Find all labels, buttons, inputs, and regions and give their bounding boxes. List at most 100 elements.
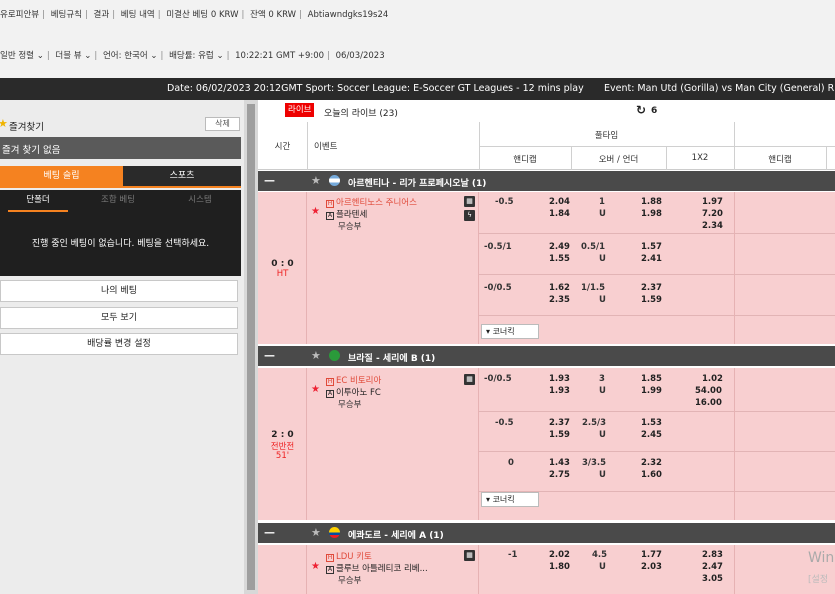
refresh-icon[interactable]: ↻ <box>636 103 646 117</box>
link-european-view[interactable]: 유로피안뷰 <box>0 10 39 20</box>
odds-cell[interactable]: 2.47 <box>702 562 723 572</box>
favorite-star-icon[interactable]: ★ <box>311 561 320 572</box>
match-block: ★ H LDU 키토 A 클루브 아틀레티코 리베... 무승부 ▦ -1 2.02… <box>258 545 835 594</box>
odds-cell[interactable]: 1.85 <box>641 374 662 384</box>
tab-combo[interactable]: 조합 베팅 <box>88 190 148 212</box>
odds-cell[interactable]: 1.97 <box>702 197 723 207</box>
os-watermark-sub: [설정 <box>808 575 829 585</box>
league-header[interactable]: — ★ 아르헨티나 - 리가 프로페시오날 (1) <box>258 171 835 191</box>
stats-icon[interactable]: ▦ <box>464 196 475 207</box>
odds-cell[interactable]: 1.53 <box>641 418 662 428</box>
main-odds-panel: 라이브 오늘의 라이브 (23) ↻ 6 시간 이벤트 풀타임 핸디캡 오버 /… <box>258 100 835 594</box>
odds-cell[interactable]: 1.02 <box>702 374 723 384</box>
odds-cell[interactable]: 1.93 <box>549 374 570 384</box>
scrollbar-thumb[interactable] <box>247 104 255 590</box>
live-badge: 라이브 <box>285 103 315 117</box>
odds-cell[interactable]: 2.45 <box>641 430 662 440</box>
odds-cell[interactable]: 1.57 <box>641 242 662 252</box>
chevron-down-icon: ⌄ <box>216 51 224 61</box>
my-bets-button[interactable]: 나의 베팅 <box>0 280 238 302</box>
odds-cell[interactable]: 2.03 <box>641 562 662 572</box>
odds-cell[interactable]: 1.98 <box>641 209 662 219</box>
odds-cell[interactable]: 16.00 <box>695 398 722 408</box>
odds-cell[interactable]: 1.93 <box>549 386 570 396</box>
collapse-icon[interactable]: — <box>264 349 275 362</box>
match-block: 0 : 0 HT ★ H 아르헨티노스 주니어스 A 플라텐세 무승부 ▦ ϟ -0… <box>258 192 835 344</box>
view-select[interactable]: 더블 뷰 ⌄ <box>55 51 91 61</box>
away-team[interactable]: A 플라텐세 <box>326 208 367 220</box>
odds-cell[interactable]: 2.02 <box>549 550 570 560</box>
corner-kick-button[interactable]: ▾ 코너킥 <box>481 324 539 339</box>
odds-cell[interactable]: 1.80 <box>549 562 570 572</box>
tab-single[interactable]: 단폴더 <box>8 190 68 212</box>
favorite-star-icon[interactable]: ★ <box>311 206 320 217</box>
delete-favorites-button[interactable]: 삭제 <box>205 117 240 131</box>
live-today-count: 오늘의 라이브 (23) <box>324 109 398 119</box>
match-score: 2 : 0 <box>271 430 294 440</box>
odds-cell[interactable]: 2.32 <box>641 458 662 468</box>
chevron-down-icon: ⌄ <box>36 51 44 61</box>
os-watermark: Win <box>808 550 835 566</box>
odds-cell[interactable]: 1.60 <box>641 470 662 480</box>
odds-cell[interactable]: 2.37 <box>549 418 570 428</box>
odds-cell[interactable]: 1.84 <box>549 209 570 219</box>
odds-cell[interactable]: 1.88 <box>641 197 662 207</box>
odds-cell[interactable]: 2.75 <box>549 470 570 480</box>
odds-cell[interactable]: 1.62 <box>549 283 570 293</box>
star-icon[interactable]: ★ <box>311 174 321 187</box>
sidebar-scrollbar[interactable] <box>244 100 258 594</box>
odds-cell[interactable]: 2.49 <box>549 242 570 252</box>
star-icon[interactable]: ★ <box>311 349 321 362</box>
language-select[interactable]: 언어: 한국어 ⌄ <box>103 51 158 61</box>
news-ticker: Date: 06/02/2023 20:12GMT Sport: Soccer … <box>0 78 835 100</box>
odds-cell[interactable]: 2.34 <box>702 221 723 231</box>
view-all-button[interactable]: 모두 보기 <box>0 307 238 329</box>
star-icon[interactable]: ★ <box>311 526 321 539</box>
tab-system[interactable]: 시스템 <box>170 190 230 212</box>
link-results[interactable]: 결과 <box>94 10 110 20</box>
home-team[interactable]: H EC 비토리아 <box>326 374 381 386</box>
away-team[interactable]: A 이투아노 FC <box>326 386 381 398</box>
corner-kick-button[interactable]: ▾ 코너킥 <box>481 492 539 507</box>
tab-sports[interactable]: 스포츠 <box>123 166 241 188</box>
stats-icon[interactable]: ▦ <box>464 550 475 561</box>
odds-cell[interactable]: 2.83 <box>702 550 723 560</box>
odds-cell[interactable]: 2.04 <box>549 197 570 207</box>
odds-cell[interactable]: 3.05 <box>702 574 723 584</box>
sort-select[interactable]: 일반 정렬 ⌄ <box>0 51 44 61</box>
link-unsettled-bets[interactable]: 미결산 베팅 0 KRW <box>166 10 238 20</box>
odds-cell[interactable]: 1.43 <box>549 458 570 468</box>
odds-cell[interactable]: 2.41 <box>641 254 662 264</box>
favorite-star-icon[interactable]: ★ <box>311 384 320 395</box>
home-team[interactable]: H LDU 키토 <box>326 550 372 562</box>
odds-settings-button[interactable]: 배당률 변경 설정 <box>0 333 238 355</box>
collapse-icon[interactable]: — <box>264 174 275 187</box>
odds-cell[interactable]: 2.37 <box>641 283 662 293</box>
odds-cell[interactable]: 7.20 <box>702 209 723 219</box>
draw-label: 무승부 <box>338 222 362 232</box>
balance-text: 잔액 0 KRW <box>250 10 297 20</box>
odds-cell[interactable]: 2.35 <box>549 295 570 305</box>
odds-cell[interactable]: 1.77 <box>641 550 662 560</box>
match-minute: 51' <box>275 451 290 461</box>
chevron-down-icon: ⌄ <box>150 51 158 61</box>
collapse-icon[interactable]: — <box>264 526 275 539</box>
odds-cell[interactable]: 1.59 <box>549 430 570 440</box>
sidebar: ★ 즐겨찾기 삭제 즐겨 찾기 없음 베팅 슬립 스포츠 단폴더 조합 베팅 시… <box>0 100 245 594</box>
league-header[interactable]: — ★ 에콰도르 - 세리에 A (1) <box>258 523 835 543</box>
odds-cell[interactable]: 1.99 <box>641 386 662 396</box>
tab-betslip[interactable]: 베팅 슬립 <box>0 166 123 188</box>
odds-cell[interactable]: 54.00 <box>695 386 722 396</box>
odds-cell[interactable]: 1.55 <box>549 254 570 264</box>
link-betting-rules[interactable]: 베팅규칙 <box>51 10 82 20</box>
odds-format-select[interactable]: 배당률: 유럽 ⌄ <box>169 51 224 61</box>
league-header[interactable]: — ★ 브라질 - 세리에 B (1) <box>258 346 835 366</box>
top-links: 유로피안뷰 | 베팅규칙 | 결과 | 베팅 내역 | 미결산 베팅 0 KRW | 잔액… <box>0 10 389 20</box>
away-team[interactable]: A 클루브 아틀레티코 리베... <box>326 562 428 574</box>
betslip-empty-message: 진행 중인 베팅이 없습니다. 베팅을 선택하세요. <box>0 212 241 276</box>
home-team[interactable]: H 아르헨티노스 주니어스 <box>326 196 417 208</box>
odds-cell[interactable]: 1.59 <box>641 295 662 305</box>
stats-icon[interactable]: ▦ <box>464 374 475 385</box>
live-flash-icon[interactable]: ϟ <box>464 210 475 221</box>
link-bet-history[interactable]: 베팅 내역 <box>121 10 155 20</box>
